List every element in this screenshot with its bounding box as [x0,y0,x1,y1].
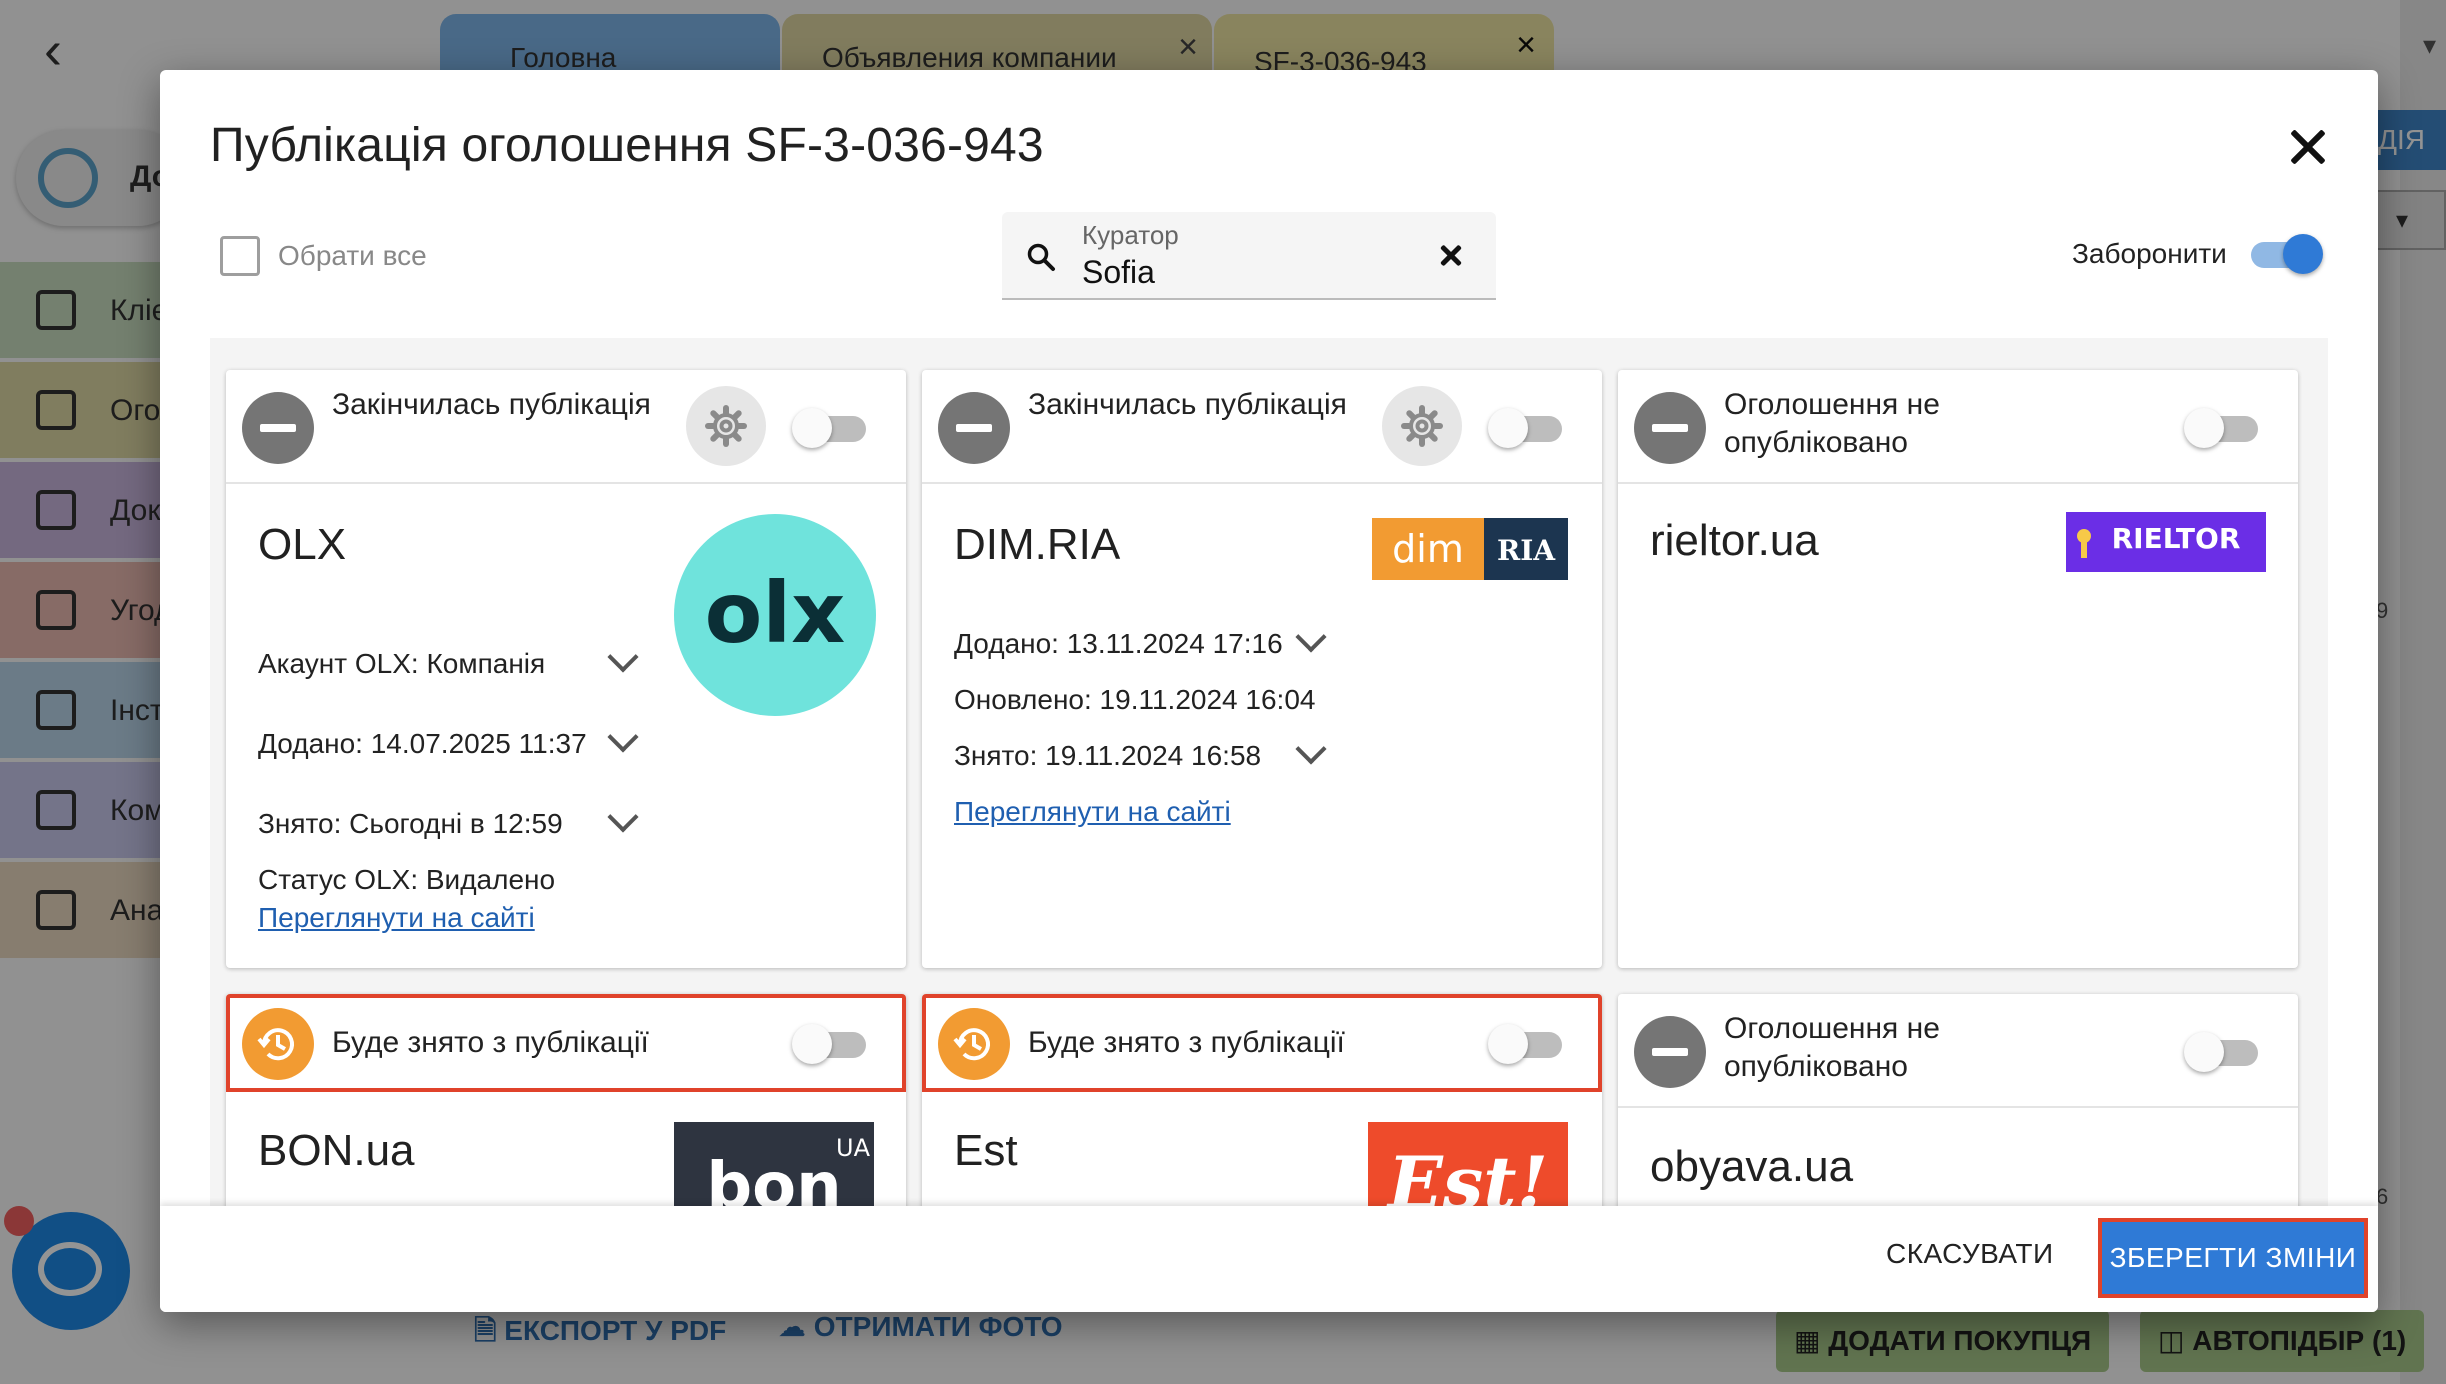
bon-logo-text: bon [706,1150,841,1212]
portal-name: rieltor.ua [1650,516,1819,565]
toggle-knob[interactable] [1488,408,1528,448]
card-header: Буде знято з публікації [922,994,1602,1092]
curator-value[interactable]: Sofia [1082,254,1155,291]
dimria-logo-right: RIA [1497,534,1556,567]
publish-toggle[interactable] [1488,406,1564,450]
card-status: Оголошення не опубліковано [1724,1012,1940,1083]
status-history-icon [242,1008,314,1080]
card-header: Закінчилась публікація [922,370,1602,484]
cancel-button[interactable]: СКАСУВАТИ [1886,1238,2054,1270]
close-icon[interactable] [2282,120,2338,176]
card-status: Буде знято з публікації [332,1026,649,1059]
publish-toggle[interactable] [2184,1030,2260,1074]
status-history-icon [938,1008,1010,1080]
card-status: Закінчилась публікація [1028,388,1347,421]
publish-toggle[interactable] [1488,1022,1564,1066]
card-header: Закінчилась публікація [226,370,906,484]
added-row: Додано: 13.11.2024 17:16 [954,628,1283,659]
chevron-down-icon[interactable] [607,641,639,673]
toggle-knob[interactable] [792,408,832,448]
card-status: Закінчилась публікація [332,388,651,421]
history-icon [953,1028,990,1061]
dialog-footer: СКАСУВАТИ ЗБЕРЕГТИ ЗМІНИ [160,1206,2378,1312]
card-header: Оголошення не опубліковано [1618,370,2298,484]
toggle-knob[interactable] [1488,1024,1528,1064]
dialog-title: Публікація оголошення SF-3-036-943 [210,119,1044,172]
publish-toggle[interactable] [2184,406,2260,450]
added-row: Додано: 14.07.2025 11:37 [258,728,587,759]
card-header: Буде знято з публікації [226,994,906,1092]
forbid-switch-group: Заборонити [2072,232,2323,276]
status-minus-icon [1634,392,1706,464]
gear-icon [705,405,747,447]
portal-name: Est [954,1126,1018,1175]
chevron-down-icon[interactable] [1295,621,1327,653]
publish-toggle[interactable] [792,1022,868,1066]
publish-toggle[interactable] [792,406,868,450]
olx-logo: olx [674,514,876,716]
search-icon [1027,243,1055,271]
publication-dialog: Публікація оголошення SF-3-036-943 Обрат… [160,70,2378,1312]
curator-label: Куратор [1082,220,1179,250]
olx-logo-text: olx [705,564,846,662]
rieltor-logo: RIELTOR [2066,512,2266,572]
select-all-checkbox[interactable]: Обрати все [220,234,427,278]
select-all-label: Обрати все [278,240,427,271]
clear-icon[interactable] [1436,240,1468,272]
chevron-down-icon[interactable] [607,721,639,753]
card-status: Буде знято з публікації [1028,1026,1345,1059]
rieltor-logo-text: RIELTOR [2112,522,2241,555]
portal-name: BON.ua [258,1126,415,1175]
portal-name: DIM.RIA [954,520,1121,569]
portal-card-dimria: Закінчилась публікація DIM.RIA dim RIA Д… [922,370,1602,968]
dimria-logo-left: dim [1392,527,1464,571]
card-header: Оголошення не опубліковано [1618,994,2298,1108]
save-button[interactable]: ЗБЕРЕГТИ ЗМІНИ [2098,1218,2368,1298]
view-on-site-link[interactable]: Переглянути на сайті [258,902,535,934]
checkbox-box[interactable] [220,236,260,276]
toggle-knob[interactable] [2282,234,2323,274]
updated-row: Оновлено: 19.11.2024 16:04 [954,684,1316,715]
status-minus-icon [242,392,314,464]
est-logo: Est! [1368,1122,1568,1212]
portal-cards-grid: Закінчилась публікація OLX olx Акаунт OL… [210,338,2328,1312]
gear-icon [1401,405,1443,447]
toggle-knob[interactable] [792,1024,832,1064]
chevron-down-icon[interactable] [1295,733,1327,765]
portal-name: OLX [258,520,347,569]
card-status: Оголошення не опубліковано [1724,388,1940,459]
settings-button[interactable] [686,386,766,466]
status-minus-icon [938,392,1010,464]
portal-name: obyava.ua [1650,1142,1854,1191]
view-on-site-link[interactable]: Переглянути на сайті [954,796,1231,828]
chevron-down-icon[interactable] [607,801,639,833]
toggle-knob[interactable] [2184,1032,2224,1072]
portal-card-rieltor: Оголошення не опубліковано rieltor.ua RI… [1618,370,2298,968]
est-logo-text: Est! [1386,1140,1548,1212]
bon-logo: UA bon [674,1122,874,1212]
olx-status-row: Статус OLX: Видалено [258,864,556,895]
removed-row: Знято: Сьогодні в 12:59 [258,808,563,839]
toggle-knob[interactable] [2184,408,2224,448]
portal-card-olx: Закінчилась публікація OLX olx Акаунт OL… [226,370,906,968]
forbid-label: Заборонити [2072,238,2227,269]
account-row: Акаунт OLX: Компанія [258,648,546,679]
status-minus-icon [1634,1016,1706,1088]
forbid-toggle[interactable] [2247,232,2323,276]
dimria-logo: dim RIA [1372,518,1568,580]
settings-button[interactable] [1382,386,1462,466]
removed-row: Знято: 19.11.2024 16:58 [954,740,1262,771]
curator-search-field[interactable]: Куратор Sofia [1002,212,1496,300]
history-icon [257,1028,294,1061]
